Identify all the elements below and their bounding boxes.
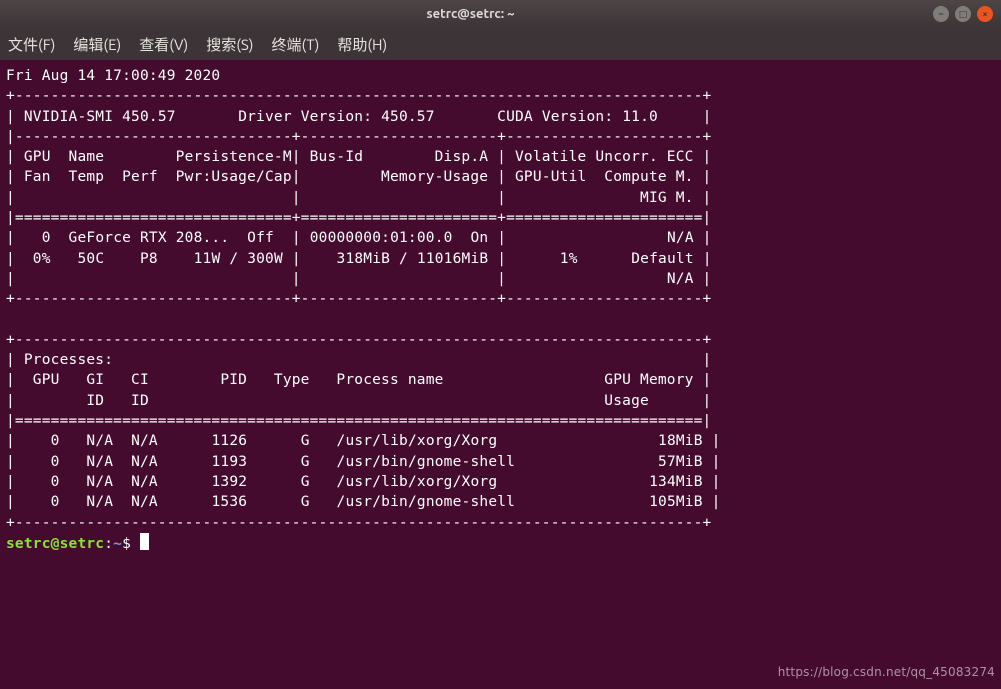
proc-name: /usr/bin/gnome-shell bbox=[337, 494, 516, 510]
gpu-util: 1% bbox=[560, 251, 578, 267]
proc-gpu: 0 bbox=[51, 474, 60, 490]
proc-type: G bbox=[301, 474, 310, 490]
proc-type: G bbox=[301, 433, 310, 449]
gpu-index: 0 bbox=[42, 230, 51, 246]
smi-driver: 450.57 bbox=[381, 109, 435, 125]
smi-date: Fri Aug 14 17:00:49 2020 bbox=[6, 68, 220, 84]
proc-gi: N/A bbox=[86, 494, 113, 510]
menubar: 文件(F) 编辑(E) 查看(V) 搜索(S) 终端(T) 帮助(H) bbox=[0, 28, 1001, 60]
gpu-disp: On bbox=[470, 230, 488, 246]
gpu-persistence: Off bbox=[247, 230, 274, 246]
smi-cuda: 11.0 bbox=[622, 109, 658, 125]
proc-pid: 1392 bbox=[211, 474, 247, 490]
proc-type: G bbox=[301, 454, 310, 470]
proc-gi: N/A bbox=[86, 454, 113, 470]
menu-search[interactable]: 搜索(S) bbox=[206, 34, 253, 55]
window-titlebar: setrc@setrc: ~ – □ × bbox=[0, 0, 1001, 28]
menu-terminal[interactable]: 终端(T) bbox=[272, 34, 320, 55]
proc-mem: 105MiB bbox=[649, 494, 703, 510]
proc-ci: N/A bbox=[131, 433, 158, 449]
menu-file[interactable]: 文件(F) bbox=[8, 34, 55, 55]
terminal[interactable]: Fri Aug 14 17:00:49 2020 +--------------… bbox=[0, 60, 1001, 689]
menu-edit[interactable]: 编辑(E) bbox=[73, 34, 121, 55]
gpu-mem: 318MiB / 11016MiB bbox=[337, 251, 489, 267]
proc-ci: N/A bbox=[131, 454, 158, 470]
proc-pid: 1193 bbox=[211, 454, 247, 470]
gpu-bus: 00000000:01:00.0 bbox=[310, 230, 453, 246]
watermark: https://blog.csdn.net/qq_45083274 bbox=[778, 664, 995, 681]
proc-ci: N/A bbox=[131, 494, 158, 510]
gpu-ecc: N/A bbox=[667, 230, 694, 246]
menu-help[interactable]: 帮助(H) bbox=[337, 34, 387, 55]
prompt-cwd: ~ bbox=[113, 536, 122, 552]
maximize-icon[interactable]: □ bbox=[955, 6, 971, 22]
gpu-mig: N/A bbox=[667, 271, 694, 287]
proc-gpu: 0 bbox=[51, 494, 60, 510]
window-controls: – □ × bbox=[933, 6, 993, 22]
proc-gpu: 0 bbox=[51, 433, 60, 449]
proc-pid: 1126 bbox=[211, 433, 247, 449]
menu-view[interactable]: 查看(V) bbox=[139, 34, 188, 55]
proc-gpu: 0 bbox=[51, 454, 60, 470]
proc-name: /usr/lib/xorg/Xorg bbox=[337, 474, 498, 490]
proc-mem: 18MiB bbox=[658, 433, 703, 449]
proc-ci: N/A bbox=[131, 474, 158, 490]
smi-version: 450.57 bbox=[122, 109, 176, 125]
close-icon[interactable]: × bbox=[977, 6, 993, 22]
gpu-compute: Default bbox=[631, 251, 694, 267]
gpu-fan: 0% bbox=[33, 251, 51, 267]
prompt-user-host: setrc@setrc bbox=[6, 536, 104, 552]
proc-mem: 57MiB bbox=[658, 454, 703, 470]
proc-type: G bbox=[301, 494, 310, 510]
gpu-pwr: 11W / 300W bbox=[194, 251, 283, 267]
gpu-perf: P8 bbox=[140, 251, 158, 267]
gpu-name: GeForce RTX 208... bbox=[69, 230, 230, 246]
prompt-sep: : bbox=[104, 536, 113, 552]
cursor-icon bbox=[140, 533, 149, 550]
proc-gi: N/A bbox=[86, 433, 113, 449]
minimize-icon[interactable]: – bbox=[933, 6, 949, 22]
proc-name: /usr/bin/gnome-shell bbox=[337, 454, 516, 470]
proc-pid: 1536 bbox=[211, 494, 247, 510]
proc-gi: N/A bbox=[86, 474, 113, 490]
window-title: setrc@setrc: ~ bbox=[8, 7, 933, 21]
proc-name: /usr/lib/xorg/Xorg bbox=[337, 433, 498, 449]
prompt-end: $ bbox=[122, 536, 131, 552]
gpu-temp: 50C bbox=[77, 251, 104, 267]
proc-mem: 134MiB bbox=[649, 474, 703, 490]
